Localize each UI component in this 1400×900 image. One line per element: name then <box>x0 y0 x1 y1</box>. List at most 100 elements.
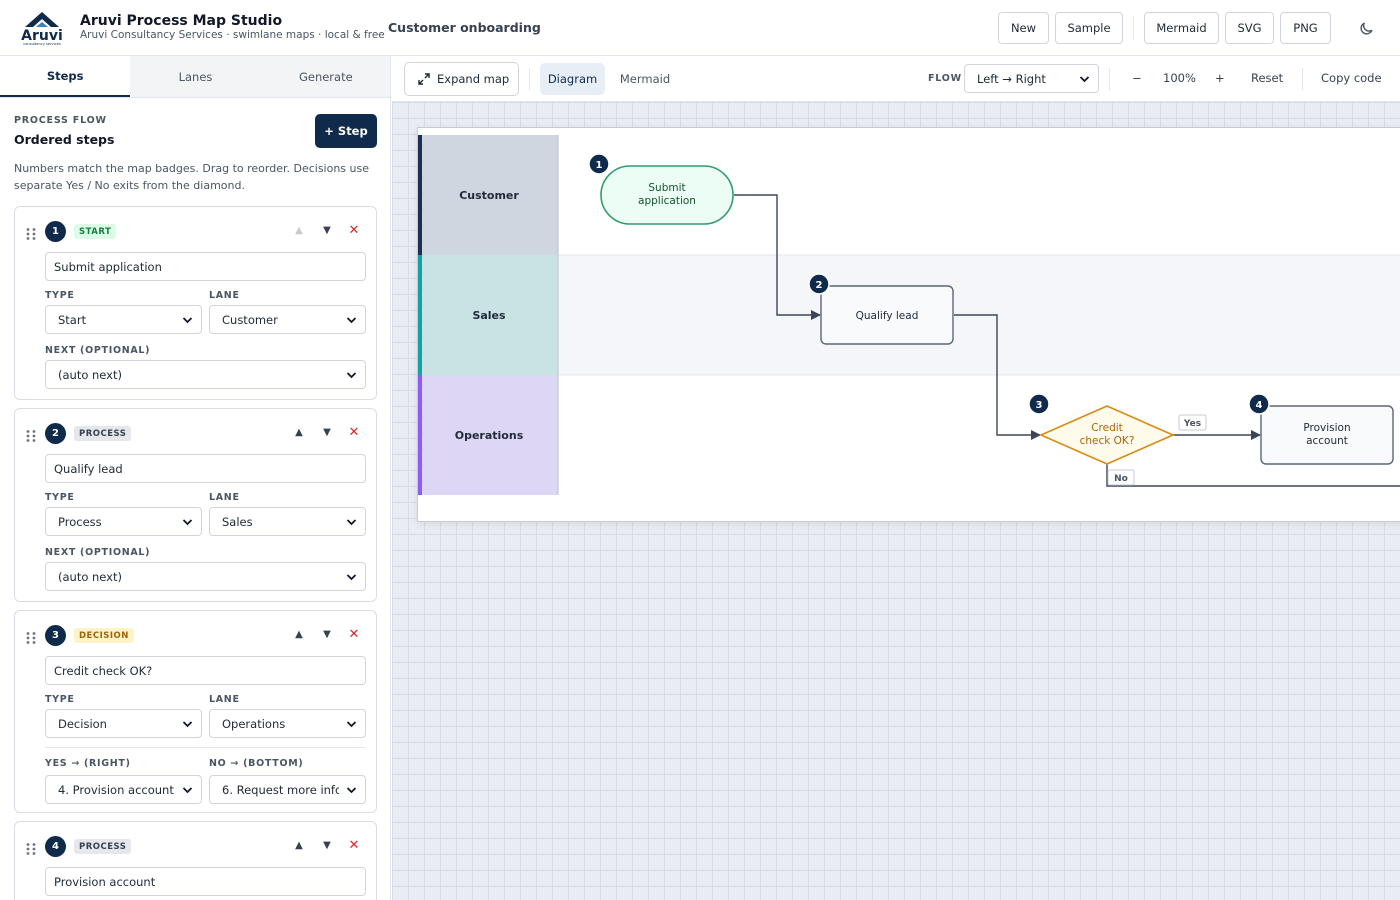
chevron-down-icon <box>346 787 357 794</box>
next-label: NEXT (OPTIONAL) <box>45 547 151 558</box>
type-select[interactable]: Start <box>45 305 202 334</box>
swimlane-diagram: Customer Sales Operations Yes No Submit … <box>418 135 1400 495</box>
move-up-button[interactable]: ▲ <box>291 222 307 238</box>
toolbar-divider <box>1109 68 1110 90</box>
step-type-badge: PROCESS <box>74 426 132 441</box>
diagram-toolbar: Expand map Diagram Mermaid FLOW Left → R… <box>392 56 1400 102</box>
step-name-input[interactable] <box>45 252 366 281</box>
lane-select[interactable]: Customer <box>209 305 366 334</box>
chevron-down-icon <box>182 721 193 728</box>
type-select-value: Start <box>58 312 87 327</box>
step-number: 4 <box>45 836 66 857</box>
arrow-down-icon: ▼ <box>323 426 331 438</box>
delete-step-button[interactable]: ✕ <box>346 222 362 238</box>
yes-edge-label: Yes <box>1183 419 1201 429</box>
node-badge-number: 1 <box>596 160 603 171</box>
expand-map-button[interactable]: Expand map <box>404 62 519 96</box>
sample-button[interactable]: Sample <box>1055 12 1123 44</box>
card-divider <box>45 747 366 748</box>
export-svg-button[interactable]: SVG <box>1225 12 1274 44</box>
move-down-button[interactable]: ▼ <box>319 626 335 642</box>
move-down-button[interactable]: ▼ <box>319 837 335 853</box>
arrow-up-icon: ▲ <box>295 224 303 236</box>
delete-step-button[interactable]: ✕ <box>346 424 362 440</box>
move-up-button[interactable]: ▲ <box>291 424 307 440</box>
lane-accent-operations <box>418 375 422 495</box>
new-button[interactable]: New <box>998 12 1049 44</box>
node-label-line1: Provision <box>1303 422 1350 434</box>
lane-select[interactable]: Operations <box>209 709 366 738</box>
chevron-down-icon <box>346 317 357 324</box>
arrow-up-icon: ▲ <box>295 839 303 851</box>
zoom-out-button[interactable]: − <box>1132 71 1142 85</box>
step-name-input[interactable] <box>45 867 366 896</box>
chevron-down-icon <box>1079 76 1090 83</box>
node-label-line2: account <box>1306 435 1348 447</box>
type-select-value: Decision <box>58 716 107 731</box>
type-select[interactable]: Process <box>45 507 202 536</box>
lane-select[interactable]: Sales <box>209 507 366 536</box>
yes-exit-select[interactable]: 4. Provision account <box>45 775 202 804</box>
no-exit-select[interactable]: 6. Request more info <box>209 775 366 804</box>
step-type-badge: DECISION <box>74 628 134 643</box>
node-badge-number: 4 <box>1256 400 1263 411</box>
type-select-value: Process <box>58 514 102 529</box>
next-select[interactable]: (auto next) <box>45 562 366 591</box>
drag-handle-icon[interactable] <box>25 842 37 856</box>
next-select-value: (auto next) <box>58 367 122 382</box>
view-diagram-tab[interactable]: Diagram <box>540 63 605 95</box>
step-name-input[interactable] <box>45 656 366 685</box>
next-select[interactable]: (auto next) <box>45 360 366 389</box>
flow-label: FLOW <box>928 73 962 84</box>
arrow-up-icon: ▲ <box>295 628 303 640</box>
flow-direction-select[interactable]: Left → Right <box>964 64 1099 93</box>
section-kicker: PROCESS FLOW <box>14 115 107 126</box>
lane-label: LANE <box>209 694 240 705</box>
move-up-button[interactable]: ▲ <box>291 837 307 853</box>
node-provision-account[interactable]: Provision account <box>1260 405 1394 465</box>
drag-handle-icon[interactable] <box>25 631 37 645</box>
chevron-down-icon <box>346 372 357 379</box>
move-up-button[interactable]: ▲ <box>291 626 307 642</box>
yes-exit-label: YES → (RIGHT) <box>45 758 131 769</box>
reset-zoom-button[interactable]: Reset <box>1251 71 1283 85</box>
node-qualify-lead[interactable]: Qualify lead <box>820 285 954 345</box>
toolbar-divider <box>1302 68 1303 90</box>
add-step-button[interactable]: + Step <box>315 114 377 148</box>
zoom-in-button[interactable]: + <box>1215 71 1225 85</box>
node-submit-application[interactable]: Submit application <box>600 165 734 225</box>
step-number: 2 <box>45 423 66 444</box>
tab-steps[interactable]: Steps <box>0 56 131 97</box>
header-divider <box>1133 16 1134 40</box>
document-title: Customer onboarding <box>388 20 541 35</box>
close-icon: ✕ <box>348 222 360 238</box>
tab-lanes[interactable]: Lanes <box>130 56 261 97</box>
view-mermaid-tab[interactable]: Mermaid <box>611 63 679 95</box>
delete-step-button[interactable]: ✕ <box>346 626 362 642</box>
theme-toggle-button[interactable] <box>1352 14 1382 42</box>
expand-icon <box>418 73 430 85</box>
export-mermaid-button[interactable]: Mermaid <box>1144 12 1219 44</box>
section-title: Ordered steps <box>14 132 115 147</box>
node-badge-number: 3 <box>1036 400 1043 411</box>
expand-map-label: Expand map <box>437 72 510 86</box>
copy-code-button[interactable]: Copy code <box>1321 71 1382 85</box>
type-select[interactable]: Decision <box>45 709 202 738</box>
delete-step-button[interactable]: ✕ <box>346 837 362 853</box>
move-down-button[interactable]: ▼ <box>319 424 335 440</box>
move-down-button[interactable]: ▼ <box>319 222 335 238</box>
step-number: 3 <box>45 625 66 646</box>
drag-handle-icon[interactable] <box>25 429 37 443</box>
diagram-canvas[interactable]: Customer Sales Operations Yes No Submit … <box>392 102 1400 900</box>
steps-panel: Steps Lanes Generate PROCESS FLOW Ordere… <box>0 56 391 900</box>
step-name-input[interactable] <box>45 454 366 483</box>
lane-label-customer: Customer <box>459 189 519 202</box>
app-header: Aruvi consultancy services Aruvi Process… <box>0 0 1400 56</box>
lane-label: LANE <box>209 492 240 503</box>
lane-select-value: Operations <box>222 716 286 731</box>
tab-generate[interactable]: Generate <box>260 56 390 97</box>
chevron-down-icon <box>346 574 357 581</box>
drag-handle-icon[interactable] <box>25 227 37 241</box>
export-png-button[interactable]: PNG <box>1280 12 1331 44</box>
node-label-line2: check OK? <box>1080 435 1135 447</box>
